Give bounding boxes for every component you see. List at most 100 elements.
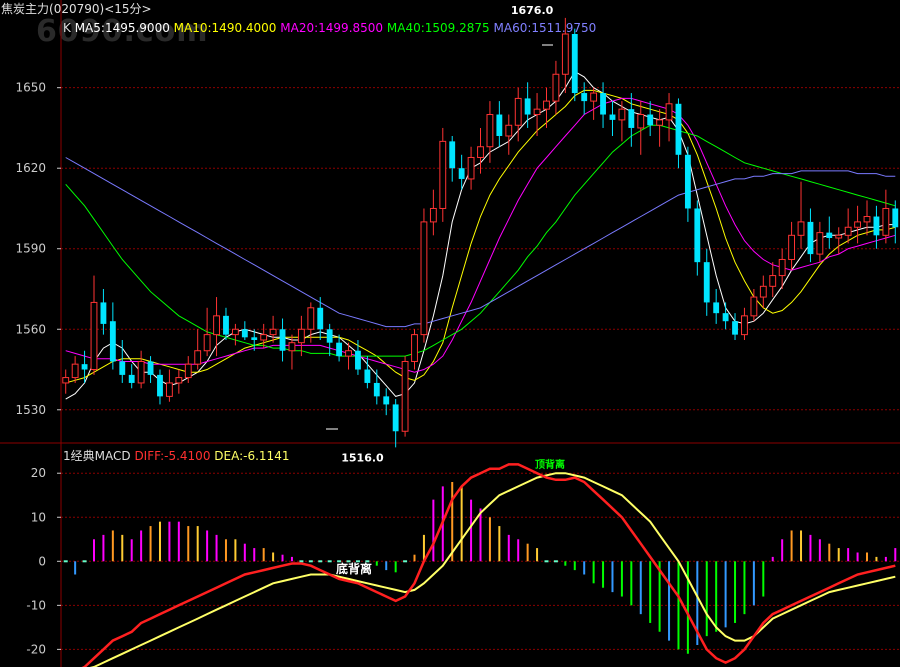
candle-body <box>826 232 833 238</box>
candle-body <box>618 108 626 121</box>
candle-body <box>439 140 447 209</box>
candle-body <box>533 108 541 116</box>
candle-body <box>175 377 183 384</box>
top-divergence-label: 顶背离 <box>535 458 565 471</box>
candle-body <box>694 208 701 263</box>
candle-body <box>647 114 654 126</box>
candle-body <box>684 154 691 209</box>
candle-body <box>561 33 569 75</box>
candle-body <box>81 364 88 370</box>
candle-body <box>788 234 796 260</box>
price-tick-label: 1530 <box>15 403 46 417</box>
candle-body <box>260 334 268 341</box>
candle-body <box>656 119 664 126</box>
candle-body <box>373 382 380 397</box>
candle-body <box>882 207 890 236</box>
candle-body <box>873 216 880 236</box>
candle-body <box>449 141 456 169</box>
price-tick-label: 1590 <box>15 242 46 256</box>
ma60-line <box>65 157 896 328</box>
candle-body <box>722 313 729 322</box>
candle-body <box>307 307 315 330</box>
candle-body <box>71 363 79 379</box>
candle-body <box>109 321 116 362</box>
candle-body <box>665 103 673 121</box>
candle-body <box>590 92 598 102</box>
candle-body <box>90 301 98 371</box>
price-tick-label: 1560 <box>15 322 46 336</box>
candle-body <box>732 321 738 335</box>
candle-body <box>844 226 852 236</box>
macd-tick-label: 10 <box>31 510 46 524</box>
candle-body <box>467 156 475 180</box>
candle-body <box>675 103 682 155</box>
candle-body <box>317 307 324 330</box>
candle-body <box>147 361 154 375</box>
candle-body <box>769 275 777 287</box>
candle-body <box>429 207 437 223</box>
dea-line <box>89 472 896 667</box>
candle-body <box>797 221 805 236</box>
candle-body <box>364 369 371 383</box>
candle-body <box>137 360 145 384</box>
candle-body <box>100 302 107 324</box>
price-tick-label: 1650 <box>15 81 46 95</box>
macd-tick-label: 20 <box>31 466 46 480</box>
candle-body <box>326 329 333 343</box>
candle-body <box>223 315 229 335</box>
candle-body <box>157 374 163 397</box>
candle-body <box>759 285 767 298</box>
candle-body <box>778 258 786 277</box>
candle-body <box>543 100 550 110</box>
candle-body <box>552 73 560 102</box>
candle-body <box>514 97 522 126</box>
candle-body <box>854 221 862 228</box>
candle-body <box>336 342 343 357</box>
candle-body <box>345 350 352 357</box>
macd-layer <box>63 463 897 667</box>
candle-body <box>628 109 635 128</box>
candle-body <box>128 374 135 383</box>
candle-body <box>741 315 748 336</box>
candle-body <box>703 262 710 303</box>
candle-body <box>184 363 192 379</box>
candle-body <box>62 377 70 384</box>
candle-body <box>750 296 758 317</box>
candle-body <box>581 93 588 102</box>
candle-body <box>401 360 409 432</box>
candle-body <box>600 93 606 115</box>
candle-body <box>288 342 296 352</box>
candle-body <box>892 208 899 228</box>
diff-line <box>81 463 896 667</box>
chart-window: 焦炭主力(020790)<15分> 6090.com K MA5:1495.90… <box>0 0 900 667</box>
candle-body <box>863 216 871 223</box>
candle-body <box>637 114 645 129</box>
candle-body <box>392 404 399 432</box>
candle-body <box>571 34 578 94</box>
chart-canvas: 1530 1560 1590 1620 1650 -20 -10 0 10 20 1676.0 1… <box>0 0 900 667</box>
price-tick-label: 1620 <box>15 161 46 175</box>
candle-body <box>713 302 720 314</box>
candle-body <box>279 329 286 351</box>
candle-body <box>213 315 220 336</box>
candle-body <box>609 114 616 120</box>
high-price-label: 1676.0 <box>511 4 554 17</box>
candle-body <box>383 396 390 405</box>
bottom-divergence-label: 底背离 <box>336 561 372 576</box>
candle-body <box>524 98 531 115</box>
candle-body <box>355 350 361 370</box>
candle-body <box>420 221 428 336</box>
ma5-line <box>65 70 896 400</box>
candle-body <box>807 221 814 255</box>
candle-body <box>269 328 277 336</box>
axis-layer: 1530 1560 1590 1620 1650 -20 -10 0 10 20 <box>0 0 900 667</box>
candle-layer <box>62 17 899 448</box>
candle-body <box>231 328 239 336</box>
low-price-label: 1516.0 <box>341 451 384 464</box>
candle-body <box>241 329 248 338</box>
candle-body <box>119 361 126 375</box>
candle-body <box>251 337 258 340</box>
candle-body <box>458 168 465 179</box>
candle-body <box>816 232 824 255</box>
macd-tick-label: -10 <box>26 598 46 612</box>
